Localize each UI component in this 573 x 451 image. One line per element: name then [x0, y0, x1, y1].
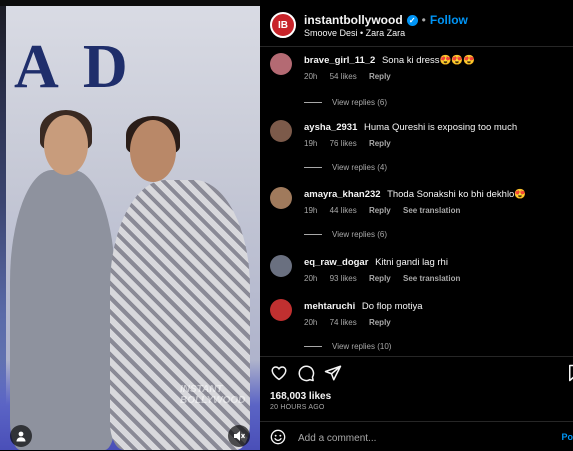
replies-dash [304, 234, 322, 235]
separator-dot: • [421, 13, 426, 27]
likes-count[interactable]: 168,003 likes [270, 391, 331, 402]
heart-icon[interactable] [270, 364, 288, 382]
comment-text: Sona ki dress😍😍😍 [381, 55, 475, 66]
comment-username[interactable]: amayra_khan232 [304, 189, 381, 200]
add-comment-bar: Po [260, 421, 573, 451]
mute-icon[interactable] [228, 425, 250, 447]
post-comment-button[interactable]: Po [561, 432, 573, 442]
comment-text-row: brave_girl_11_2 Sona ki dress😍😍😍 [304, 55, 475, 66]
comment-meta: 19h 44 likes Reply See translation [304, 206, 470, 215]
follow-button[interactable]: Follow [430, 13, 468, 27]
comment-meta: 20h 74 likes Reply [304, 318, 401, 327]
view-replies-button[interactable]: View replies (6) [304, 98, 387, 107]
person-right-face [130, 120, 176, 182]
save-icon[interactable] [566, 364, 573, 382]
post-side-panel: IB instantbollywood ✓ • Follow Smoove De… [260, 0, 573, 450]
author-username[interactable]: instantbollywood [304, 13, 403, 27]
comment-username[interactable]: mehtaruchi [304, 301, 355, 312]
comment-text: Thoda Sonakshi ko bhi dekhlo😍 [387, 189, 527, 200]
user-tag-icon[interactable] [10, 425, 32, 447]
comment-time: 19h [304, 206, 318, 215]
comment-likes[interactable]: 74 likes [330, 318, 357, 327]
comment-avatar[interactable] [270, 53, 292, 75]
replies-dash [304, 102, 322, 103]
post-photo[interactable]: A D INSTANT BOLLYWOOD [0, 0, 260, 450]
comment-text-row: amayra_khan232 Thoda Sonakshi ko bhi dek… [304, 189, 526, 200]
comment-text-row: mehtaruchi Do flop motiya [304, 301, 423, 312]
reply-button[interactable]: Reply [369, 274, 391, 283]
reply-button[interactable]: Reply [369, 72, 391, 81]
author-avatar[interactable]: IB [270, 12, 296, 38]
comment-avatar[interactable] [270, 299, 292, 321]
see-translation-button[interactable]: See translation [403, 274, 460, 283]
post-header: IB instantbollywood ✓ • Follow Smoove De… [260, 0, 573, 47]
reply-button[interactable]: Reply [369, 206, 391, 215]
comment-text-row: aysha_2931 Huma Qureshi is exposing too … [304, 122, 517, 133]
comment-username[interactable]: aysha_2931 [304, 122, 357, 133]
author-row: instantbollywood ✓ • Follow [304, 13, 468, 27]
backdrop-lettering: A D [14, 33, 134, 101]
view-replies-label: View replies (10) [332, 342, 392, 351]
replies-dash [304, 167, 322, 168]
comment-likes[interactable]: 54 likes [330, 72, 357, 81]
post-action-bar [260, 356, 573, 387]
person-left-outfit [10, 170, 115, 450]
person-right-outfit [110, 180, 250, 450]
view-replies-button[interactable]: View replies (4) [304, 163, 387, 172]
comment-time: 19h [304, 139, 318, 148]
comment-time: 20h [304, 72, 318, 81]
comment-likes[interactable]: 93 likes [330, 274, 357, 283]
view-replies-button[interactable]: View replies (10) [304, 342, 391, 351]
comments-list[interactable]: brave_girl_11_2 Sona ki dress😍😍😍 20h 54 … [260, 47, 573, 354]
comment-text: Kitni gandi lag rhi [375, 257, 448, 268]
audio-track-link[interactable]: Smoove Desi • Zara Zara [304, 28, 405, 38]
comment-meta: 20h 93 likes Reply See translation [304, 274, 470, 283]
view-replies-label: View replies (6) [332, 230, 387, 239]
person-left-face [44, 115, 88, 175]
comment-avatar[interactable] [270, 187, 292, 209]
comment-username[interactable]: brave_girl_11_2 [304, 55, 375, 66]
comment-text-row: eq_raw_dogar Kitni gandi lag rhi [304, 257, 448, 268]
replies-dash [304, 346, 322, 347]
photo-watermark: INSTANT BOLLYWOOD [180, 384, 246, 406]
add-comment-input[interactable] [296, 428, 540, 448]
view-replies-label: View replies (4) [332, 163, 387, 172]
see-translation-button[interactable]: See translation [403, 206, 460, 215]
reply-button[interactable]: Reply [369, 318, 391, 327]
comment-icon[interactable] [297, 364, 315, 382]
view-replies-button[interactable]: View replies (6) [304, 230, 387, 239]
view-replies-label: View replies (6) [332, 98, 387, 107]
comment-meta: 20h 54 likes Reply [304, 72, 401, 81]
share-icon[interactable] [324, 364, 342, 382]
comment-time: 20h [304, 318, 318, 327]
comment-time: 20h [304, 274, 318, 283]
comment-meta: 19h 76 likes Reply [304, 139, 401, 148]
comment-text: Huma Qureshi is exposing too much [364, 122, 518, 133]
verified-icon: ✓ [406, 14, 418, 26]
comment-avatar[interactable] [270, 255, 292, 277]
comment-likes[interactable]: 76 likes [330, 139, 357, 148]
comment-text: Do flop motiya [361, 301, 423, 312]
comment-avatar[interactable] [270, 120, 292, 142]
emoji-icon[interactable] [270, 429, 286, 445]
reply-button[interactable]: Reply [369, 139, 391, 148]
comment-username[interactable]: eq_raw_dogar [304, 257, 368, 268]
post-timestamp: 20 HOURS AGO [270, 404, 325, 411]
comment-likes[interactable]: 44 likes [330, 206, 357, 215]
